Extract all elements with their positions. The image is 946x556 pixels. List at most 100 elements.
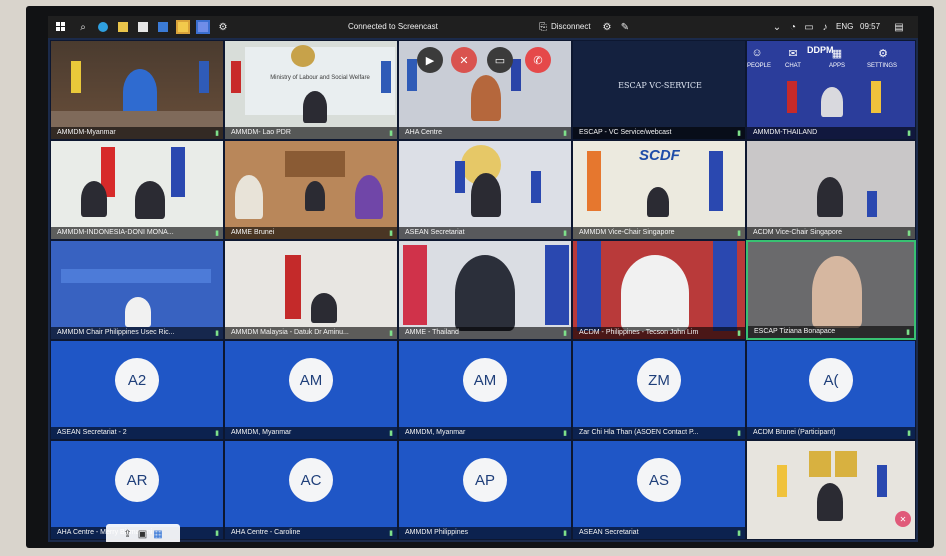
file-explorer-icon[interactable] xyxy=(116,20,130,34)
video-tile[interactable]: ZM Zar Chi Hla Than (ASOEN Contact P... … xyxy=(572,340,746,440)
video-tile-active-speaker[interactable]: ESCAP Tiziana Bonapace ▮ xyxy=(746,240,916,340)
tile-label: ASEAN Secretariat xyxy=(399,227,571,239)
tile-label: AMME - Thailand xyxy=(399,327,571,339)
edge-browser-icon[interactable] xyxy=(96,20,110,34)
network-icon[interactable]: ◔ xyxy=(786,20,800,34)
tile-label: ASEAN Secretariat - 2 xyxy=(51,427,223,439)
language-indicator[interactable]: ENG xyxy=(836,22,853,31)
video-tile[interactable]: AM AMMDM, Myanmar ▮ xyxy=(398,340,572,440)
store-icon[interactable] xyxy=(136,20,150,34)
camera-icon[interactable]: ▶ xyxy=(417,47,443,73)
settings-button[interactable]: SETTINGS xyxy=(867,63,897,69)
video-tile[interactable]: ▶ ✕ ▭ ✆ AHA Centre ▮ xyxy=(398,40,572,140)
video-tile[interactable]: AM AMMDM, Myanmar ▮ xyxy=(224,340,398,440)
video-tile[interactable]: AMME - Thailand ▮ xyxy=(398,240,572,340)
mic-off-icon[interactable]: ✕ xyxy=(895,511,911,527)
tile-label: AMMDM Vice-Chair Singapore xyxy=(573,227,745,239)
chat-icon[interactable]: ✉ xyxy=(785,45,801,61)
tile-label: AMMDM-THAILAND xyxy=(747,127,915,139)
signal-icon: ▮ xyxy=(563,430,567,437)
video-tile[interactable]: AMME Brunei ▮ xyxy=(224,140,398,240)
clock[interactable]: 09:57 xyxy=(860,22,880,31)
video-tile[interactable]: AC AHA Centre - Caroline ▮ xyxy=(224,440,398,540)
teams-icon[interactable] xyxy=(196,20,210,34)
video-tile[interactable]: AS ASEAN Secretariat ▮ xyxy=(572,440,746,540)
windows-start-icon[interactable] xyxy=(54,20,68,34)
signal-icon: ▮ xyxy=(215,430,219,437)
settings-icon[interactable]: ⚙ xyxy=(600,20,614,34)
portrait-frame xyxy=(809,451,831,477)
video-tile[interactable]: Ministry of Labour and Social Welfare AM… xyxy=(224,40,398,140)
gear-icon[interactable]: ⚙ xyxy=(216,20,230,34)
monitor-bezel: ⌕ ⚙ Connected to Screencast ⎘ Disconnect… xyxy=(26,6,934,548)
signal-icon: ▮ xyxy=(563,330,567,337)
video-tile[interactable]: AP AMMDM Philippines ▮ xyxy=(398,440,572,540)
video-tile[interactable]: A( ACDM Brunei (Participant) ▮ xyxy=(746,340,916,440)
chevron-down-icon[interactable]: ⌄ xyxy=(770,20,784,34)
grid-view-icon[interactable]: ▦ xyxy=(153,529,162,540)
chat-button[interactable]: CHAT xyxy=(785,63,801,69)
emblem-icon xyxy=(291,45,315,67)
signal-icon: ▮ xyxy=(563,130,567,137)
video-tile[interactable]: AMMDM-INDONESIA-DONI MONA... ▮ xyxy=(50,140,224,240)
people-icon[interactable]: ☺ xyxy=(749,45,765,61)
signal-icon: ▮ xyxy=(389,130,393,137)
signal-icon: ▮ xyxy=(215,530,219,537)
signal-icon: ▮ xyxy=(563,530,567,537)
tile-label: ESCAP Tiziana Bonapace xyxy=(748,326,914,338)
video-tile[interactable]: A2 ASEAN Secretariat - 2 ▮ xyxy=(50,340,224,440)
video-tile[interactable]: SCDF AMMDM Vice-Chair Singapore ▮ xyxy=(572,140,746,240)
display-icon[interactable]: ▭ xyxy=(802,20,816,34)
video-tile[interactable]: ACDM Vice-Chair Singapore ▮ xyxy=(746,140,916,240)
notification-icon[interactable]: ▤ xyxy=(892,20,906,34)
share-screen-icon[interactable]: ▭ xyxy=(487,47,513,73)
avatar: AR xyxy=(115,458,159,503)
video-tile[interactable]: ACDM - Philippines - Tecson John Lim ▮ xyxy=(572,240,746,340)
tile-label: ASEAN Secretariat xyxy=(573,527,745,539)
avatar: AM xyxy=(289,358,333,403)
video-tile[interactable]: ASEAN Secretariat ▮ xyxy=(398,140,572,240)
video-tile[interactable]: ✕ xyxy=(746,440,916,540)
volume-icon[interactable]: ♪ xyxy=(818,20,832,34)
video-tile[interactable]: AMMDM Malaysia - Datuk Dr Aminu... ▮ xyxy=(224,240,398,340)
tile-label: ACDM Brunei (Participant) xyxy=(747,427,915,439)
signal-icon: ▮ xyxy=(389,230,393,237)
video-tile[interactable]: DDPM ☺ ✉ ▦ ⚙ PEOPLE CHAT APPS SETTINGS A… xyxy=(746,40,916,140)
tile-label: AMMDM, Myanmar xyxy=(399,427,571,439)
people-button[interactable]: PEOPLE xyxy=(747,63,771,69)
disconnect-icon[interactable]: ⎘ xyxy=(536,20,550,34)
apps-icon[interactable]: ▦ xyxy=(829,45,845,61)
tile-label: AMME Brunei xyxy=(225,227,397,239)
apps-button[interactable]: APPS xyxy=(829,63,845,69)
wall-frame xyxy=(285,151,345,177)
settings-icon[interactable]: ⚙ xyxy=(875,45,891,61)
signal-icon: ▮ xyxy=(737,330,741,337)
hang-up-icon[interactable]: ✆ xyxy=(525,47,551,73)
signal-icon: ▮ xyxy=(215,130,219,137)
tile-label: AMMDM, Myanmar xyxy=(225,427,397,439)
layout-icon[interactable]: ▣ xyxy=(138,529,147,540)
video-tile[interactable]: ESCAP VC-SERVICE ESCAP - VC Service/webc… xyxy=(572,40,746,140)
signal-icon: ▮ xyxy=(906,329,910,336)
video-tile[interactable]: AMMDM Chair Philippines Usec Ric... ▮ xyxy=(50,240,224,340)
tile-label: ACDM - Philippines - Tecson John Lim xyxy=(573,327,745,339)
video-tile[interactable]: AMMDM-Myanmar ▮ xyxy=(50,40,224,140)
tile-label: Zar Chi Hla Than (ASOEN Contact P... xyxy=(573,427,745,439)
mic-off-icon[interactable]: ✕ xyxy=(451,47,477,73)
disconnect-button[interactable]: Disconnect xyxy=(551,22,591,31)
pin-icon[interactable]: ✎ xyxy=(618,20,632,34)
signal-icon: ▮ xyxy=(907,430,911,437)
signal-icon: ▮ xyxy=(907,230,911,237)
signal-icon: ▮ xyxy=(389,430,393,437)
tile-label: AMMDM Philippines xyxy=(399,527,571,539)
flag-strip xyxy=(61,269,211,283)
search-icon[interactable]: ⌕ xyxy=(76,20,90,34)
share-icon[interactable]: ⇪ xyxy=(123,529,131,540)
taskbar: ⌕ ⚙ Connected to Screencast ⎘ Disconnect… xyxy=(48,16,918,38)
app-icon[interactable] xyxy=(176,20,190,34)
signal-icon: ▮ xyxy=(907,130,911,137)
screen: ⌕ ⚙ Connected to Screencast ⎘ Disconnect… xyxy=(48,16,918,542)
mail-icon[interactable] xyxy=(156,20,170,34)
avatar: AM xyxy=(463,358,507,403)
screen-text: ESCAP VC-SERVICE xyxy=(618,81,702,90)
